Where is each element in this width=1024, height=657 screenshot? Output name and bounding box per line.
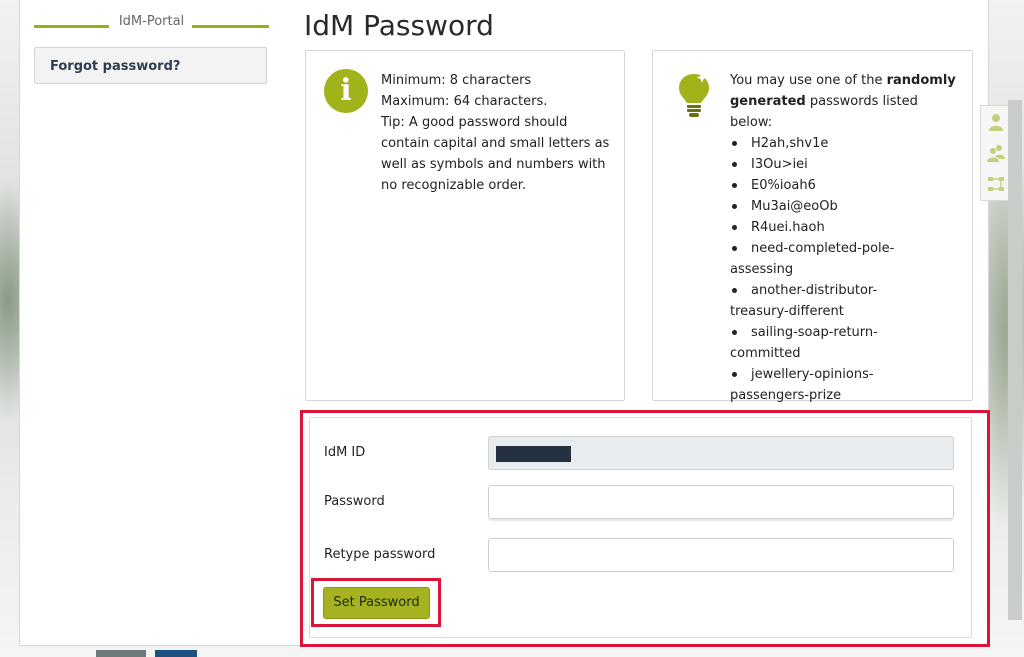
- suggestion-text: another-distributor-: [751, 283, 878, 298]
- suggestion-item: Mu3ai@eoOb: [732, 196, 960, 217]
- suggestion-item: R4uei.haoh: [732, 217, 960, 238]
- portal-header: IdM-Portal: [34, 12, 269, 34]
- suggestion-item: sailing-soap-return-committed: [730, 322, 960, 364]
- button-highlight: [311, 578, 441, 627]
- password-rules-card: i Minimum: 8 characters Maximum: 64 char…: [305, 50, 625, 401]
- suggestion-text: Mu3ai@eoOb: [751, 199, 838, 214]
- suggestion-list: H2ah,shv1e I3Ou>iei E0%ioah6 Mu3ai@eoOb …: [730, 133, 960, 406]
- side-toolbar: [980, 105, 1010, 201]
- suggestion-text: R4uei.haoh: [751, 220, 825, 235]
- rule-tip-line: no recognizable order.: [381, 178, 526, 193]
- intro-bold: generated: [730, 94, 806, 109]
- suggestion-text: committed: [730, 346, 801, 361]
- suggestions-text: You may use one of the randomly generate…: [730, 70, 960, 406]
- suggestion-item: jewellery-opinions-passengers-prize: [730, 364, 960, 406]
- suggestion-text: jewellery-opinions-: [751, 367, 874, 382]
- lightbulb-icon: [679, 72, 709, 117]
- suggestion-text: need-completed-pole-: [751, 241, 895, 256]
- rule-tip-line: well as symbols and numbers with: [381, 157, 606, 172]
- group-icon[interactable]: [987, 143, 1005, 163]
- suggestion-item: H2ah,shv1e: [732, 133, 960, 154]
- password-suggestions-card: You may use one of the randomly generate…: [652, 50, 973, 403]
- header-rule-right: [192, 25, 269, 28]
- intro-bold: randomly: [886, 73, 956, 88]
- info-icon: i: [324, 69, 368, 113]
- password-rules-text: Minimum: 8 characters Maximum: 64 charac…: [381, 70, 613, 196]
- suggestion-item: E0%ioah6: [732, 175, 960, 196]
- suggestion-text: treasury-different: [730, 304, 844, 319]
- rule-maximum: Maximum: 64 characters.: [381, 94, 548, 109]
- user-icon[interactable]: [987, 112, 1005, 132]
- footer-logo: [96, 650, 146, 657]
- suggestion-text: H2ah,shv1e: [751, 136, 829, 151]
- intro-text: You may use one of the: [730, 73, 887, 88]
- page-title: IdM Password: [304, 9, 494, 42]
- hierarchy-icon[interactable]: [987, 174, 1005, 194]
- rule-tip-line: contain capital and small letters as: [381, 136, 610, 151]
- suggestion-text: sailing-soap-return-: [751, 325, 878, 340]
- suggestion-item: I3Ou>iei: [732, 154, 960, 175]
- suggestions-intro: You may use one of the randomly generate…: [730, 70, 960, 133]
- suggestion-item: another-distributor-treasury-different: [730, 280, 960, 322]
- suggestion-text: I3Ou>iei: [751, 157, 808, 172]
- fau-logo: [155, 650, 197, 657]
- suggestion-text: assessing: [730, 262, 794, 277]
- scrollbar[interactable]: [1008, 100, 1022, 620]
- forgot-password-link[interactable]: Forgot password?: [34, 47, 267, 84]
- suggestion-text: E0%ioah6: [751, 178, 816, 193]
- suggestion-item: need-completed-pole-assessing: [730, 238, 960, 280]
- rule-minimum: Minimum: 8 characters: [381, 73, 532, 88]
- rule-tip-line: Tip: A good password should: [381, 115, 568, 130]
- suggestion-text: passengers-prize: [730, 388, 842, 403]
